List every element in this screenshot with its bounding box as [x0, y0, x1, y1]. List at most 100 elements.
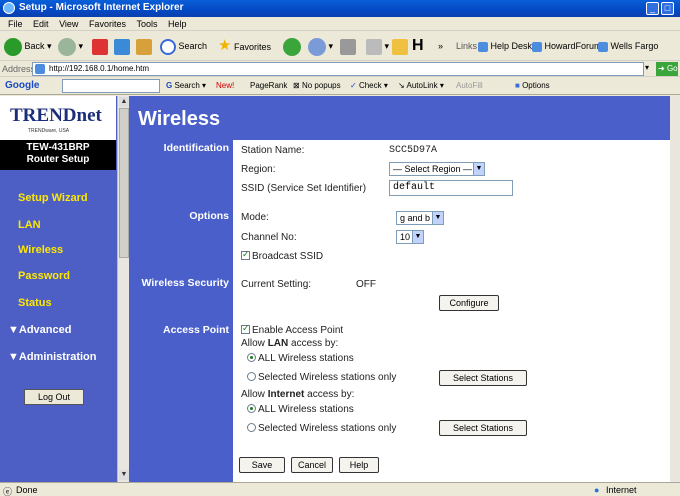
popup-blocker[interactable]: ⊠ No popups: [293, 81, 341, 90]
google-options-button[interactable]: ■ Options: [515, 81, 550, 90]
broadcast-ssid-checkbox[interactable]: Broadcast SSID: [241, 249, 323, 262]
h-icon[interactable]: H: [412, 36, 424, 56]
home-button[interactable]: [136, 36, 152, 56]
allow-lan-label: Allow LAN access by:: [241, 338, 339, 349]
channel-select[interactable]: 10 ▼: [396, 230, 424, 244]
sidebar-item-status[interactable]: Status: [18, 297, 52, 309]
edit-button[interactable]: ▾: [366, 36, 389, 56]
link-page-icon: [598, 41, 608, 52]
sidebar-scrollbar[interactable]: ▲ ▼: [117, 96, 129, 482]
allow-internet-label: Allow Internet access by:: [241, 389, 355, 400]
menu-tools[interactable]: Tools: [136, 17, 157, 31]
link-help-desk[interactable]: Help Desk: [478, 36, 532, 56]
address-dropdown-icon[interactable]: ▾: [645, 63, 649, 72]
configure-button[interactable]: Configure: [439, 295, 499, 311]
internet-select-stations-button[interactable]: Select Stations: [439, 420, 527, 436]
router-page: TRENDnet TRENDware, USA TEW-431BRP Route…: [0, 96, 680, 482]
menu-edit[interactable]: Edit: [33, 17, 49, 31]
go-button[interactable]: ➜ Go: [656, 62, 678, 76]
folder-button[interactable]: [392, 36, 408, 56]
spell-check-button[interactable]: ✓ Check ▾: [350, 81, 388, 90]
link-howardforums[interactable]: HowardForums: [532, 36, 606, 56]
page-scrollbar[interactable]: [670, 96, 680, 482]
refresh-button[interactable]: [114, 36, 130, 56]
address-input[interactable]: http://192.168.0.1/home.htm: [32, 62, 644, 76]
menu-help[interactable]: Help: [168, 17, 187, 31]
address-bar: Address http://192.168.0.1/home.htm ▾ ➜ …: [0, 61, 680, 77]
forward-arrow-icon: [58, 37, 76, 56]
back-button[interactable]: Back ▾: [4, 36, 52, 56]
channel-label: Channel No:: [241, 232, 297, 243]
mode-select[interactable]: g and b ▼: [396, 211, 444, 225]
scroll-down-icon[interactable]: ▼: [119, 470, 129, 480]
sidebar-item-password[interactable]: Password: [18, 270, 70, 282]
page-title: Wireless: [138, 108, 221, 130]
dropdown-arrow-icon: ▼: [432, 212, 443, 224]
scroll-up-icon[interactable]: ▲: [119, 97, 129, 107]
print-button[interactable]: [340, 36, 356, 56]
favorites-button[interactable]: ★ Favorites: [218, 36, 271, 56]
model-box: TEW-431BRP Router Setup: [0, 140, 116, 170]
status-bar: ⓔ Done ● Internet: [0, 482, 680, 496]
station-name-label: Station Name:: [241, 145, 305, 156]
logout-button[interactable]: Log Out: [24, 389, 84, 405]
region-select[interactable]: — Select Region — ▼: [389, 162, 485, 176]
link-page-icon: [532, 41, 542, 52]
enable-access-point-checkbox[interactable]: Enable Access Point: [241, 323, 343, 336]
forward-button[interactable]: ▾: [58, 36, 83, 56]
lan-all-stations-radio[interactable]: ALL Wireless stations: [247, 353, 354, 364]
links-label: Links: [456, 41, 478, 51]
menu-favorites[interactable]: Favorites: [89, 17, 126, 31]
menu-file[interactable]: File: [8, 17, 23, 31]
model-subtitle: Router Setup: [26, 154, 90, 165]
google-news-icon[interactable]: New!: [216, 81, 234, 90]
history-button[interactable]: ▾: [308, 36, 333, 56]
cancel-button[interactable]: Cancel: [291, 457, 333, 473]
lan-selected-stations-radio[interactable]: Selected Wireless stations only: [247, 372, 396, 383]
minimize-button[interactable]: _: [646, 2, 659, 15]
globe-icon: ●: [594, 485, 600, 495]
google-search-button[interactable]: G Search ▾: [166, 81, 206, 90]
media-button[interactable]: [283, 36, 301, 56]
section-access-point: Access Point: [163, 324, 229, 336]
save-button[interactable]: Save: [239, 457, 285, 473]
scroll-thumb[interactable]: [119, 108, 129, 258]
google-search-input[interactable]: [62, 79, 160, 93]
google-logo[interactable]: Google: [5, 80, 39, 91]
sidebar-item-wireless[interactable]: Wireless: [18, 244, 63, 256]
sidebar-item-advanced[interactable]: ▼Advanced: [8, 324, 71, 336]
sidebar-item-lan[interactable]: LAN: [18, 219, 41, 231]
link-page-icon: [478, 41, 488, 52]
current-setting-value: OFF: [356, 279, 376, 290]
printer-icon: [340, 38, 356, 55]
menu-view[interactable]: View: [59, 17, 78, 31]
link-wells-fargo[interactable]: Wells Fargo: [598, 36, 658, 56]
ssid-label: SSID (Service Set Identifier): [241, 183, 367, 194]
page-done-icon: ⓔ: [3, 487, 13, 496]
zone-text: Internet: [606, 485, 637, 495]
radio-selected-icon: [247, 353, 256, 362]
pagerank-indicator: PageRank: [250, 81, 288, 90]
current-setting-label: Current Setting:: [241, 279, 312, 290]
internet-all-stations-radio[interactable]: ALL Wireless stations: [247, 404, 354, 415]
lan-select-stations-button[interactable]: Select Stations: [439, 370, 527, 386]
dropdown-arrow-icon: ▼: [473, 163, 484, 175]
autolink-button[interactable]: ↘ AutoLink ▾: [398, 81, 444, 90]
internet-selected-stations-radio[interactable]: Selected Wireless stations only: [247, 423, 396, 434]
checkbox-checked-icon: [241, 249, 250, 260]
radio-empty-icon: [247, 372, 256, 381]
sidebar-item-administration[interactable]: ▼Administration: [8, 351, 97, 363]
autofill-button[interactable]: AutoFill: [456, 81, 483, 90]
stop-icon: [92, 38, 108, 55]
stop-button[interactable]: [92, 36, 108, 56]
chevron-icon: »: [438, 41, 444, 51]
google-toolbar: Google G Search ▾ New! PageRank ⊠ No pop…: [0, 77, 680, 95]
refresh-icon: [114, 38, 130, 55]
help-button[interactable]: Help: [339, 457, 379, 473]
sidebar-item-setup-wizard[interactable]: Setup Wizard: [18, 192, 88, 204]
search-icon: [160, 38, 176, 55]
maximize-button[interactable]: □: [661, 2, 674, 15]
ssid-input[interactable]: default: [389, 180, 513, 196]
search-button[interactable]: Search: [160, 36, 207, 56]
model-name: TEW-431BRP: [26, 142, 90, 153]
